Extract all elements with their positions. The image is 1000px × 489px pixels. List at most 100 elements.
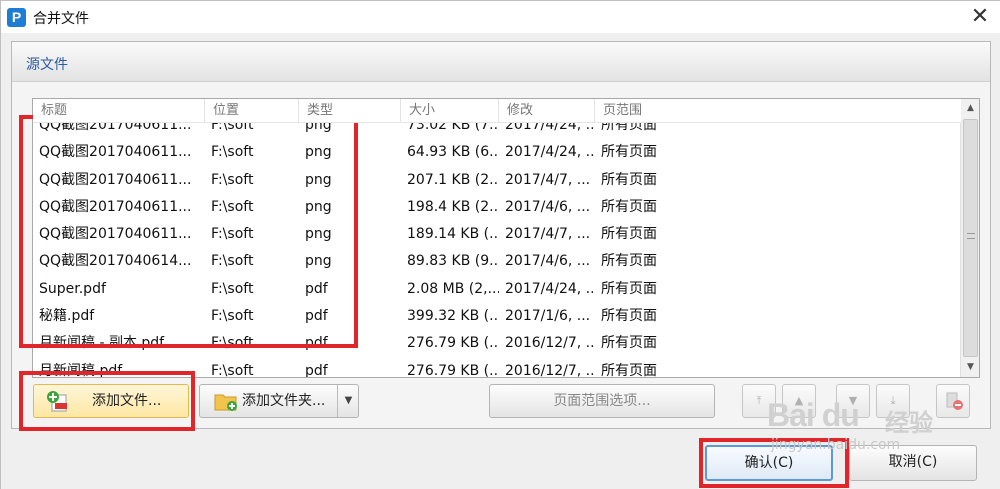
cell-location: F:\soft: [211, 280, 254, 297]
cell-modified: 2017/4/6, ...: [505, 253, 591, 270]
delete-button[interactable]: [936, 384, 970, 418]
grip-icon: [967, 233, 975, 239]
cancel-button[interactable]: 取消(C): [849, 445, 977, 481]
column-page-range[interactable]: 页范围: [595, 99, 961, 123]
cell-type: pdf: [305, 362, 328, 377]
column-title[interactable]: 标题: [33, 99, 205, 123]
title-bar: P 合并文件 ✕: [1, 1, 1000, 33]
cell-title: QQ截图2017040611...: [39, 171, 192, 188]
cell-size: 207.1 KB (2...: [407, 171, 499, 188]
cell-size: 89.83 KB (9...: [407, 253, 499, 270]
cell-title: 月新闻稿.pdf: [39, 362, 123, 377]
file-list[interactable]: QQ截图2017040611... F:\soft png 73.02 KB (7..…: [32, 98, 980, 378]
cell-location: F:\soft: [211, 308, 254, 325]
column-size[interactable]: 大小: [401, 99, 499, 123]
cell-type: pdf: [305, 280, 328, 297]
cell-title: 月新闻稿 - 副本.pdf: [39, 335, 165, 352]
column-modified[interactable]: 修改: [499, 99, 595, 123]
cell-location: F:\soft: [211, 253, 254, 270]
cell-location: F:\soft: [211, 226, 254, 243]
cell-type: png: [305, 144, 332, 161]
cell-page-range: 所有页面: [601, 226, 657, 243]
scroll-up-icon[interactable]: ▲: [962, 100, 979, 117]
add-file-button[interactable]: 添加文件...: [33, 384, 189, 418]
table-row[interactable]: 月新闻稿.pdf F:\soft pdf 276.79 KB (... 2016/12/…: [33, 358, 961, 377]
cell-modified: 2017/4/7, ...: [505, 171, 591, 188]
add-file-label: 添加文件...: [92, 393, 162, 409]
cell-size: 198.4 KB (2...: [407, 198, 499, 215]
window-title: 合并文件: [33, 11, 89, 27]
group-header: 源文件: [12, 42, 990, 82]
cell-size: 189.14 KB (...: [407, 226, 499, 243]
cell-title: Super.pdf: [39, 280, 106, 297]
source-files-group: 源文件 QQ截图2017040611... F:\soft png 73.02 KB …: [11, 41, 991, 429]
cell-page-range: 所有页面: [601, 144, 657, 161]
add-pdf-file-icon: [47, 391, 67, 412]
column-header: 标题 位置 类型 大小 修改 页范围: [33, 99, 961, 123]
scroll-thumb[interactable]: [963, 119, 978, 357]
cell-page-range: 所有页面: [601, 171, 657, 188]
chevron-down-icon[interactable]: ▼: [337, 385, 359, 417]
group-title: 源文件: [26, 57, 68, 73]
cell-type: png: [305, 198, 332, 215]
table-row[interactable]: QQ截图2017040614... F:\soft png 89.83 KB (9..…: [33, 248, 961, 275]
merge-files-dialog: P 合并文件 ✕ 源文件 QQ截图2017040611... F:\soft png…: [0, 0, 1000, 489]
cell-size: 276.79 KB (...: [407, 335, 499, 352]
file-list-viewport: QQ截图2017040611... F:\soft png 73.02 KB (7..…: [33, 99, 961, 377]
table-row[interactable]: QQ截图2017040611... F:\soft png 198.4 KB (2..…: [33, 194, 961, 221]
close-button[interactable]: ✕: [966, 3, 994, 31]
cell-size: 276.79 KB (...: [407, 362, 499, 377]
app-logo-icon: P: [7, 8, 26, 27]
table-row[interactable]: QQ截图2017040611... F:\soft png 189.14 KB (..…: [33, 221, 961, 248]
cell-title: QQ截图2017040611...: [39, 198, 192, 215]
cell-location: F:\soft: [211, 171, 254, 188]
table-row[interactable]: Super.pdf F:\soft pdf 2.08 MB (2,... 2017/4/…: [33, 276, 961, 303]
delete-icon: [946, 392, 963, 410]
add-folder-label: 添加文件夹...: [242, 393, 326, 409]
cell-location: F:\soft: [211, 362, 254, 377]
cell-location: F:\soft: [211, 335, 254, 352]
dialog-body: 源文件 QQ截图2017040611... F:\soft png 73.02 KB …: [1, 33, 1000, 489]
table-row[interactable]: 秘籍.pdf F:\soft pdf 399.32 KB (... 2017/1/6, …: [33, 303, 961, 330]
confirm-button[interactable]: 确认(C): [705, 445, 833, 481]
cell-location: F:\soft: [211, 144, 254, 161]
table-row[interactable]: QQ截图2017040611... F:\soft png 207.1 KB (2..…: [33, 167, 961, 194]
cell-type: pdf: [305, 335, 328, 352]
cell-page-range: 所有页面: [601, 198, 657, 215]
cell-page-range: 所有页面: [601, 308, 657, 325]
cell-size: 399.32 KB (...: [407, 308, 499, 325]
table-row[interactable]: 月新闻稿 - 副本.pdf F:\soft pdf 276.79 KB (... 201…: [33, 330, 961, 357]
cell-title: 秘籍.pdf: [39, 308, 95, 325]
cell-title: QQ截图2017040614...: [39, 253, 192, 270]
cell-page-range: 所有页面: [601, 280, 657, 297]
column-location[interactable]: 位置: [205, 99, 299, 123]
cell-type: png: [305, 171, 332, 188]
vertical-scrollbar[interactable]: ▲ ▼: [960, 99, 979, 377]
page-range-options-button[interactable]: 页面范围选项...: [489, 384, 715, 418]
cell-modified: 2017/4/7, ...: [505, 226, 591, 243]
file-rows: QQ截图2017040611... F:\soft png 73.02 KB (7..…: [33, 112, 961, 377]
cell-modified: 2016/12/7, ...: [505, 362, 595, 377]
cell-modified: 2017/4/6, ...: [505, 198, 591, 215]
cell-type: png: [305, 253, 332, 270]
cell-size: 64.93 KB (6...: [407, 144, 499, 161]
cell-title: QQ截图2017040611...: [39, 226, 192, 243]
cell-type: png: [305, 226, 332, 243]
cell-location: F:\soft: [211, 198, 254, 215]
table-row[interactable]: QQ截图2017040611... F:\soft png 64.93 KB (6..…: [33, 139, 961, 166]
move-up-icon[interactable]: ▲: [782, 384, 816, 418]
move-to-top-icon[interactable]: ⤒: [742, 384, 776, 418]
add-folder-button[interactable]: 添加文件夹... ▼: [199, 384, 359, 418]
cell-size: 2.08 MB (2,...: [407, 280, 499, 297]
cell-page-range: 所有页面: [601, 253, 657, 270]
cell-type: pdf: [305, 308, 328, 325]
cell-modified: 2017/4/24, ...: [505, 144, 595, 161]
column-type[interactable]: 类型: [299, 99, 401, 123]
move-down-icon[interactable]: ▼: [836, 384, 870, 418]
cell-modified: 2017/4/24, ...: [505, 280, 595, 297]
cell-page-range: 所有页面: [601, 335, 657, 352]
cell-modified: 2016/12/7, ...: [505, 335, 595, 352]
cell-modified: 2017/1/6, ...: [505, 308, 591, 325]
scroll-down-icon[interactable]: ▼: [962, 359, 979, 376]
move-to-bottom-icon[interactable]: ⤓: [876, 384, 910, 418]
